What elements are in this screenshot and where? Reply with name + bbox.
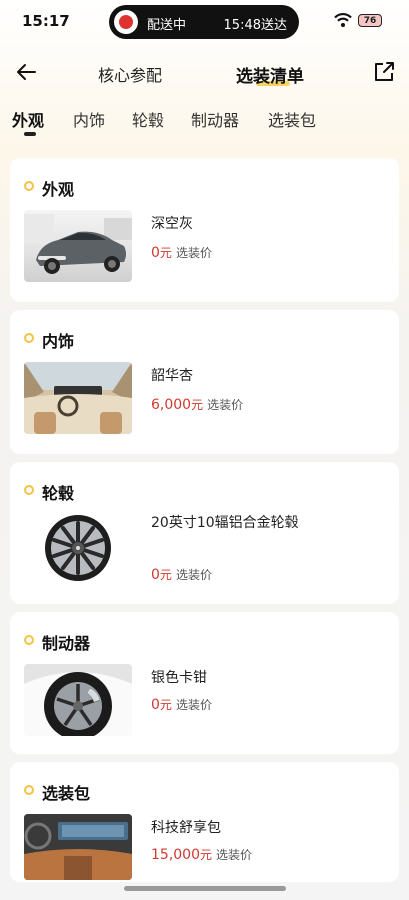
wheel-image[interactable] [24, 512, 132, 584]
price-value: 6,000 [151, 397, 192, 413]
delivery-eta: 15:48送达 [223, 18, 287, 33]
tab-exterior[interactable]: 外观 [12, 107, 44, 131]
section-card-interior: 内饰 韶华杏 6,000元 选装价 [10, 310, 399, 454]
section-dot-icon [24, 635, 34, 645]
share-icon[interactable] [372, 60, 396, 84]
option-price: 6,000元 选装价 [151, 396, 243, 413]
section-card-option-packs: 选装包 科技舒享包 15,000元 选装价 [10, 762, 399, 882]
delivery-live-activity[interactable]: 配送中 15:48送达 [109, 5, 299, 39]
price-suffix: 选装价 [175, 568, 212, 582]
price-currency: 元 [159, 246, 172, 260]
delivery-avatar-icon [114, 10, 138, 34]
section-dot-icon [24, 181, 34, 191]
interior-image[interactable] [24, 362, 132, 434]
price-currency: 元 [191, 398, 204, 412]
clock: 15:17 [22, 12, 70, 30]
tab-core-params[interactable]: 核心参配 [98, 62, 162, 86]
section-card-exterior: 外观 深空灰 0元 选装价 [10, 158, 399, 302]
price-currency: 元 [159, 568, 172, 582]
option-price: 0元 选装价 [151, 566, 212, 583]
section-title: 选装包 [42, 784, 91, 803]
option-price: 15,000元 选装价 [151, 846, 252, 863]
section-title: 轮毂 [42, 484, 75, 503]
price-value: 0 [151, 697, 160, 713]
section-dot-icon [24, 785, 34, 795]
option-name: 银色卡钳 [151, 670, 207, 686]
battery-indicator: 76 [358, 14, 382, 27]
back-arrow-icon[interactable] [14, 60, 38, 84]
tab-brakes[interactable]: 制动器 [191, 107, 239, 131]
section-title: 内饰 [42, 332, 75, 351]
price-suffix: 选装价 [175, 698, 212, 712]
tab-wheels[interactable]: 轮毂 [132, 107, 164, 131]
price-suffix: 选装价 [216, 848, 253, 862]
price-currency: 元 [200, 848, 213, 862]
price-value: 0 [151, 245, 160, 261]
top-nav: 核心参配 选装清单 [0, 52, 409, 92]
option-name: 深空灰 [151, 216, 193, 232]
delivery-status: 配送中 [147, 18, 187, 33]
price-suffix: 选装价 [207, 398, 244, 412]
category-tabs: 外观 内饰 轮毂 制动器 选装包 [0, 107, 409, 141]
section-dot-icon [24, 485, 34, 495]
option-price: 0元 选装价 [151, 244, 212, 261]
caliper-image[interactable] [24, 664, 132, 736]
status-bar: 15:17 配送中 15:48送达 76 [0, 0, 409, 44]
option-name: 科技舒享包 [151, 820, 221, 836]
tab-indicator [24, 132, 36, 136]
home-indicator[interactable] [124, 886, 286, 891]
exterior-car-image[interactable] [24, 210, 132, 282]
tab-option-packs[interactable]: 选装包 [268, 107, 316, 131]
price-suffix: 选装价 [175, 246, 212, 260]
option-name: 20英寸10辐铝合金轮毂 [151, 515, 299, 531]
option-price: 0元 选装价 [151, 696, 212, 713]
section-card-brakes: 制动器 银色卡钳 0元 选装价 [10, 612, 399, 754]
price-value: 15,000 [151, 847, 200, 863]
section-title: 制动器 [42, 634, 91, 653]
tab-options-list[interactable]: 选装清单 [236, 62, 304, 87]
price-value: 0 [151, 567, 160, 583]
tab-interior[interactable]: 内饰 [73, 107, 105, 131]
wifi-icon [334, 13, 352, 27]
section-card-wheels: 轮毂 20英寸10辐铝合金轮毂 0元 选装价 [10, 462, 399, 604]
price-currency: 元 [159, 698, 172, 712]
section-dot-icon [24, 333, 34, 343]
section-title: 外观 [42, 180, 75, 199]
option-name: 韶华杏 [151, 368, 193, 384]
option-pack-image[interactable] [24, 814, 132, 880]
